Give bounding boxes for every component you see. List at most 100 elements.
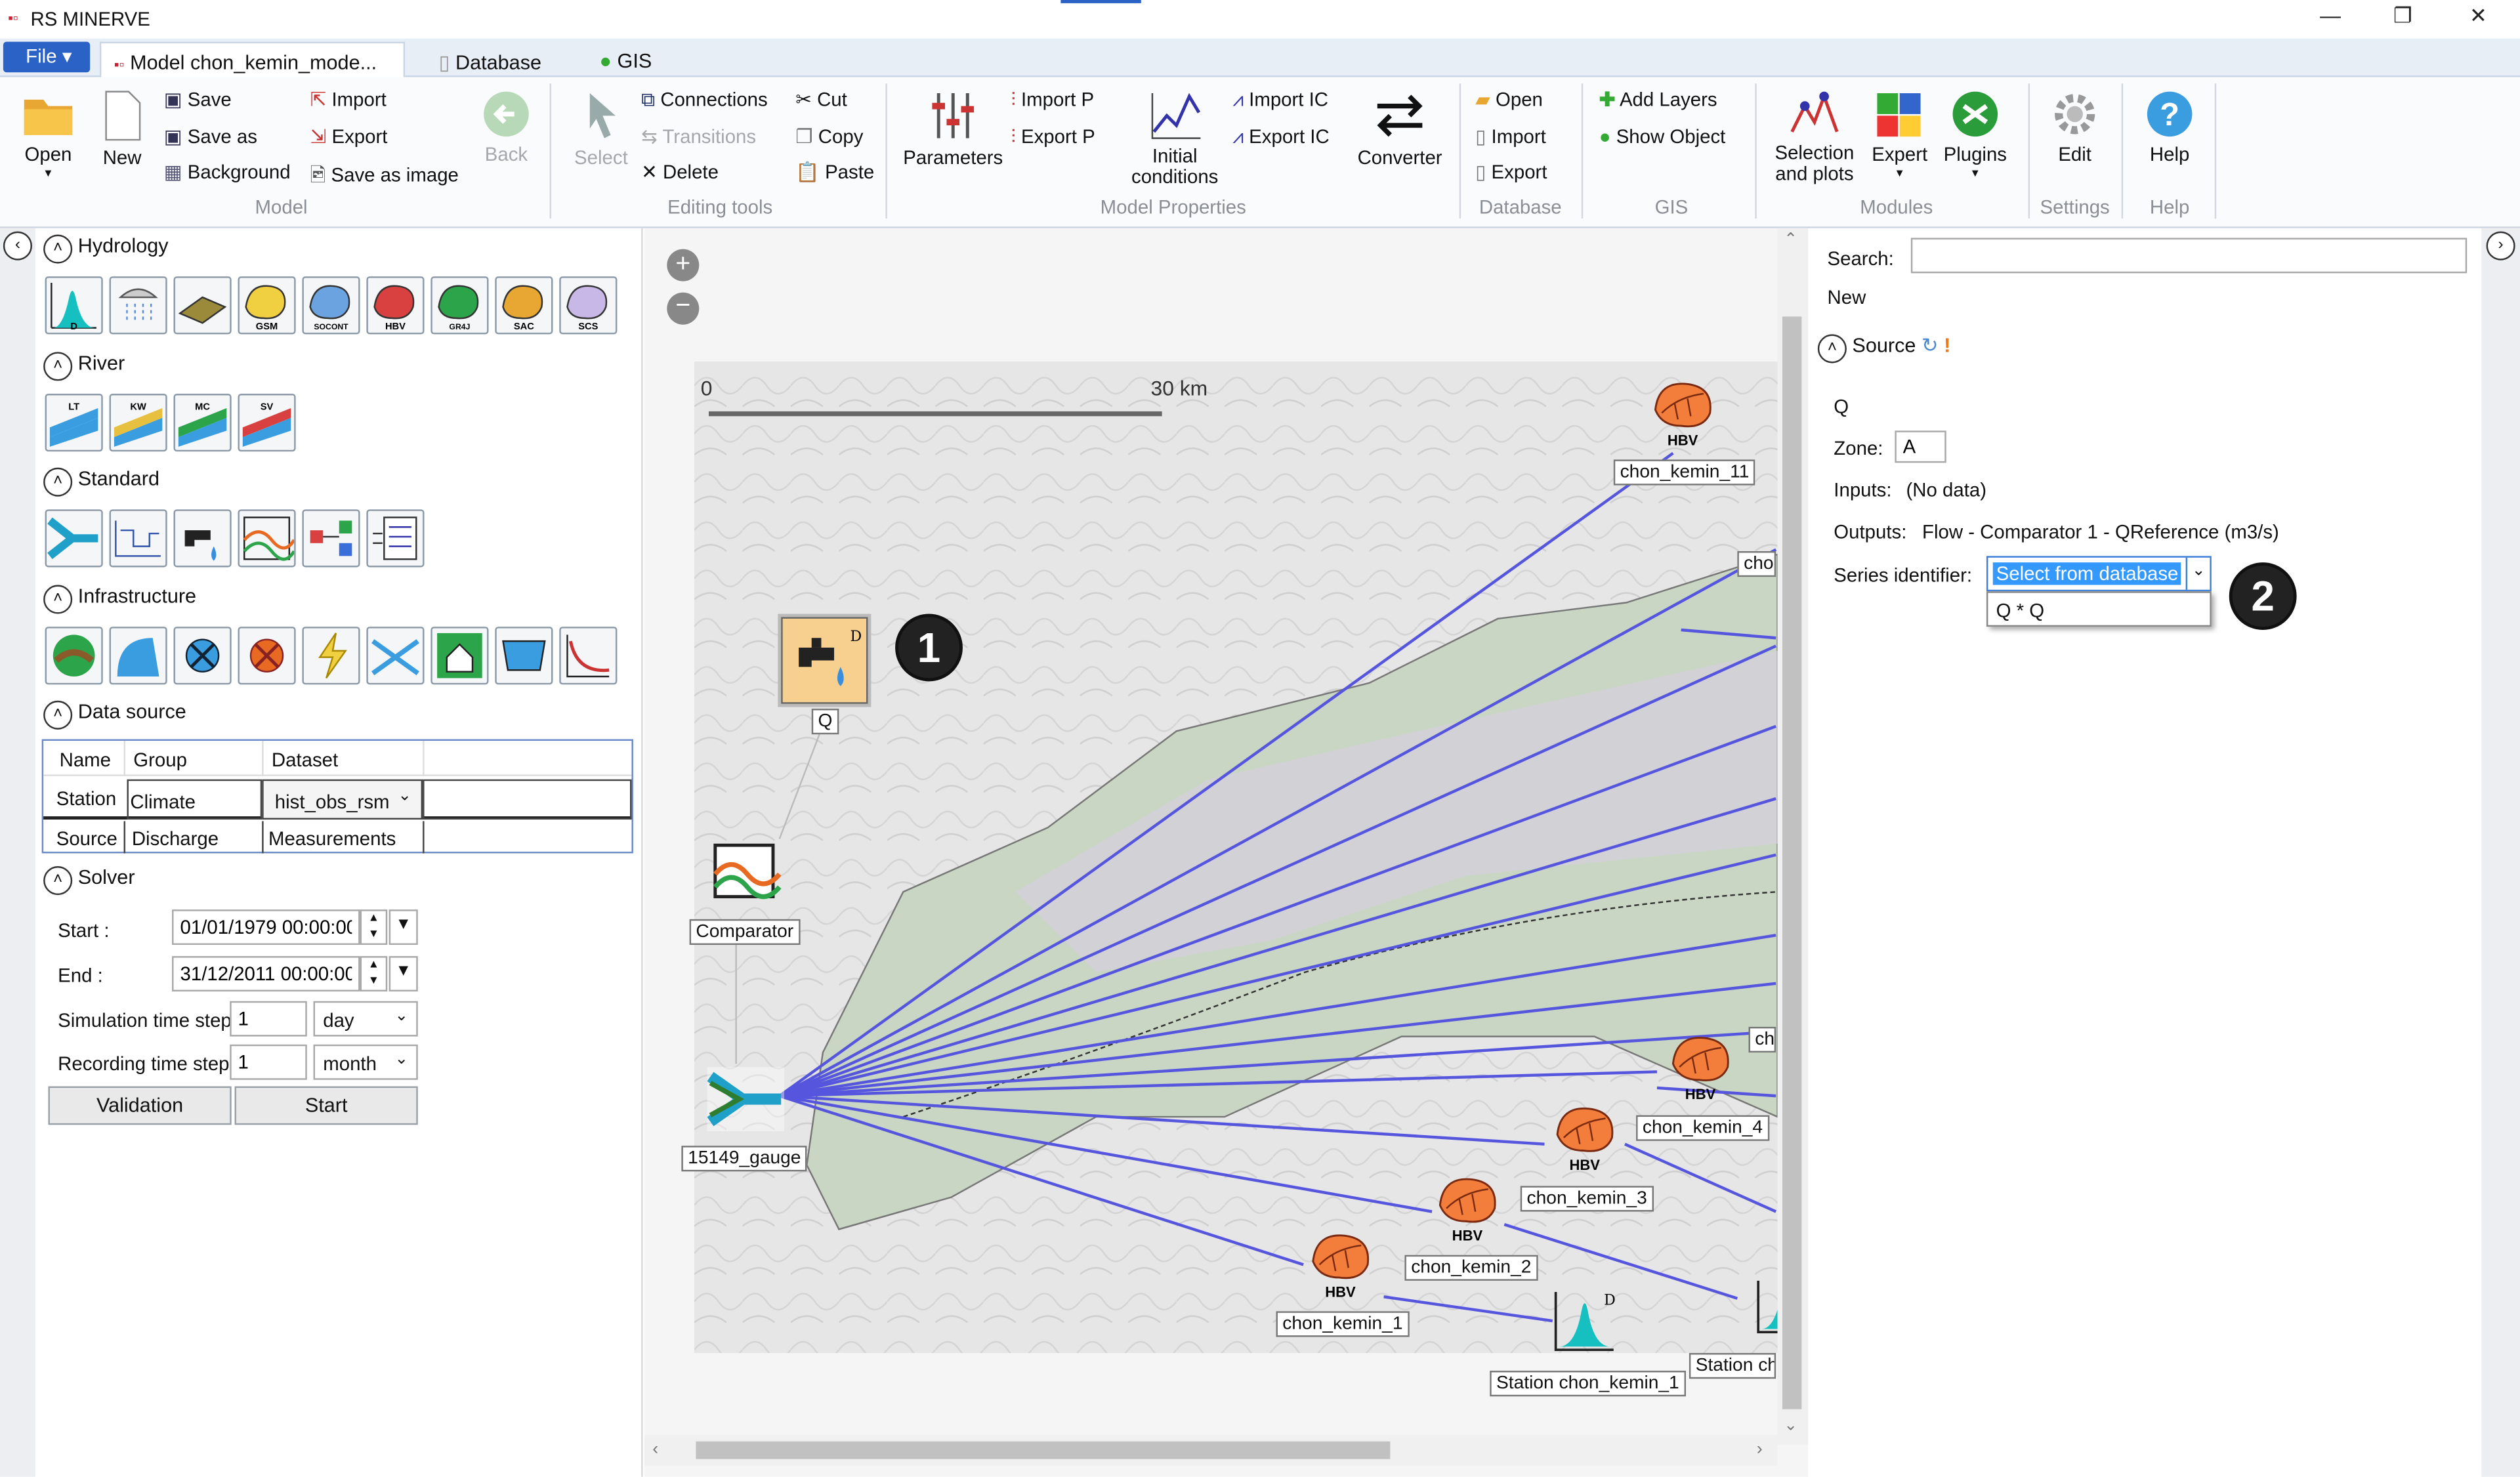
start-calendar-button[interactable]: ▼ [388,909,418,946]
delete-button[interactable]: ✕ Delete [641,161,719,183]
collapse-right-button[interactable]: › [2486,231,2515,260]
parameters-button[interactable]: Parameters [900,90,1006,169]
tool-infra-tools-5[interactable] [366,627,425,685]
river-header[interactable]: ˄ River [43,352,125,381]
hbv-node-chon-kemin-2[interactable]: HBV [1431,1170,1505,1244]
initial-conditions-button[interactable]: Initial conditions [1125,90,1225,188]
save-image-button[interactable]: 🖻 Save as image [310,161,459,194]
maximize-button[interactable]: ❐ [2370,3,2435,35]
expert-button[interactable]: Expert ▾ [1868,90,1932,180]
tool-hydro-tools-5[interactable]: HBV [366,276,425,335]
horizontal-scrollbar[interactable]: ‹ › [644,1434,1778,1466]
tool-river-tools-3[interactable]: SV [238,394,296,452]
rec-unit-select[interactable]: month ⌄ [313,1044,418,1080]
copy-button[interactable]: ❐ Copy [795,125,863,148]
export-ic-button[interactable]: ⩘ Export IC [1232,125,1329,150]
datasource-header[interactable]: ˄ Data source [43,700,186,730]
plugins-button[interactable]: Plugins ▾ [1940,90,2011,180]
db-export-button[interactable]: ▯ Export [1475,161,1547,183]
tool-infra-tools-3[interactable] [238,627,296,685]
new-button[interactable]: New [96,90,148,170]
export-p-button[interactable]: ⫶ Export P [1011,125,1095,150]
db-open-button[interactable]: ▰ Open [1475,89,1543,111]
col-dataset[interactable]: Dataset [272,749,338,771]
search-input[interactable] [1910,238,2468,274]
new-label[interactable]: New [1828,286,1866,308]
chevron-down-icon[interactable]: ⌄ [2185,557,2210,590]
dataset-dropdown[interactable]: hist_obs_rsm ⌄ [262,779,423,820]
sim-unit-select[interactable]: day ⌄ [313,1001,418,1037]
infrastructure-header[interactable]: ˄ Infrastructure [43,585,196,614]
tool-infra-tools-2[interactable] [173,627,232,685]
tool-hydro-tools-4[interactable]: SOCONT [302,276,360,335]
vertical-scroll-thumb[interactable] [1782,316,1802,1409]
series-identifier-dropdown[interactable]: Select from database ⌄ [1986,556,2212,592]
col-group[interactable]: Group [133,749,187,771]
col-name[interactable]: Name [60,749,111,771]
series-option[interactable]: Q * Q [1996,599,2045,621]
tool-standard-tools-0[interactable] [45,509,103,568]
horizontal-scroll-thumb[interactable] [696,1441,1391,1459]
import-p-button[interactable]: ⫶ Import P [1011,89,1094,113]
tab-gis[interactable]: ● GIS [587,42,699,79]
show-object-button[interactable]: ● Show Object [1599,125,1726,148]
validation-button[interactable]: Validation [48,1086,232,1125]
tab-model[interactable]: ▪▫ Model chon_kemin_mode... [99,41,406,79]
connections-button[interactable]: ⧉ Connections [641,89,768,113]
tool-infra-tools-1[interactable] [109,627,167,685]
hydrology-header[interactable]: ˄ Hydrology [43,234,169,264]
tool-infra-tools-7[interactable] [495,627,553,685]
tool-hydro-tools-3[interactable]: GSM [238,276,296,335]
converter-button[interactable]: Converter [1353,90,1446,169]
transitions-button[interactable]: ⇆ Transitions [641,125,756,148]
start-spinner[interactable]: ▲ ▼ [360,909,388,946]
gauge-node[interactable] [707,1067,785,1132]
tool-hydro-tools-6[interactable]: GR4J [430,276,489,335]
standard-header[interactable]: ˄ Standard [43,467,159,497]
file-menu-button[interactable]: File ▾ [3,41,91,73]
background-button[interactable]: ▦ Background [164,161,291,183]
minimize-button[interactable]: — [2298,3,2362,35]
vertical-scrollbar[interactable]: ⌃ ⌄ [1777,228,1809,1445]
tab-database[interactable]: ▯ Database [426,42,570,79]
zone-field[interactable] [1895,430,1946,463]
end-spinner[interactable]: ▲ ▼ [360,956,388,992]
tool-standard-tools-5[interactable] [366,509,425,568]
cut-button[interactable]: ✂ Cut [795,89,847,111]
solver-header[interactable]: ˄ Solver [43,866,135,896]
tool-infra-tools-6[interactable] [430,627,489,685]
end-date-field[interactable] [172,956,360,992]
select-button[interactable]: Select [574,90,628,169]
tool-standard-tools-3[interactable] [238,509,296,568]
tool-hydro-tools-0[interactable]: D [45,276,103,335]
tool-infra-tools-0[interactable] [45,627,103,685]
add-layers-button[interactable]: ✚ Add Layers [1599,89,1717,111]
tool-hydro-tools-2[interactable] [173,276,232,335]
import-ic-button[interactable]: ⩘ Import IC [1232,89,1328,113]
start-button[interactable]: Start [234,1086,418,1125]
save-as-button[interactable]: ▣ Save as [164,125,257,148]
selection-plots-button[interactable]: Selection and plots [1768,90,1861,184]
tool-standard-tools-1[interactable] [109,509,167,568]
tool-river-tools-0[interactable]: LT [45,394,103,452]
station-node-2[interactable] [1752,1278,1778,1335]
tool-standard-tools-2[interactable] [173,509,232,568]
comparator-node[interactable] [709,839,783,903]
hbv-node-chon-kemin-1[interactable]: HBV [1303,1226,1377,1300]
db-import-button[interactable]: ▯ Import [1475,125,1546,148]
q-source-node[interactable]: D [781,617,868,704]
source-header[interactable]: ˄ Source ↻ ! [1817,333,1950,364]
tool-hydro-tools-1[interactable] [109,276,167,335]
settings-edit-button[interactable]: Edit [2044,90,2105,165]
table-row[interactable]: Station Climate hist_obs_rsm ⌄ [43,779,632,820]
cell-group[interactable]: Climate [127,779,262,820]
tool-river-tools-2[interactable]: MC [173,394,232,452]
table-row[interactable]: Source Discharge Measurements [43,821,631,854]
tool-hydro-tools-7[interactable]: SAC [495,276,553,335]
station-node-1[interactable]: D [1553,1289,1617,1353]
hbv-node-chon-kemin-4[interactable]: HBV [1664,1028,1738,1102]
hbv-node-chon-kemin-11[interactable]: HBV [1646,375,1720,448]
rec-step-field[interactable] [230,1044,307,1080]
end-calendar-button[interactable]: ▼ [388,956,418,992]
export-button[interactable]: ⇲ Export [310,125,388,148]
